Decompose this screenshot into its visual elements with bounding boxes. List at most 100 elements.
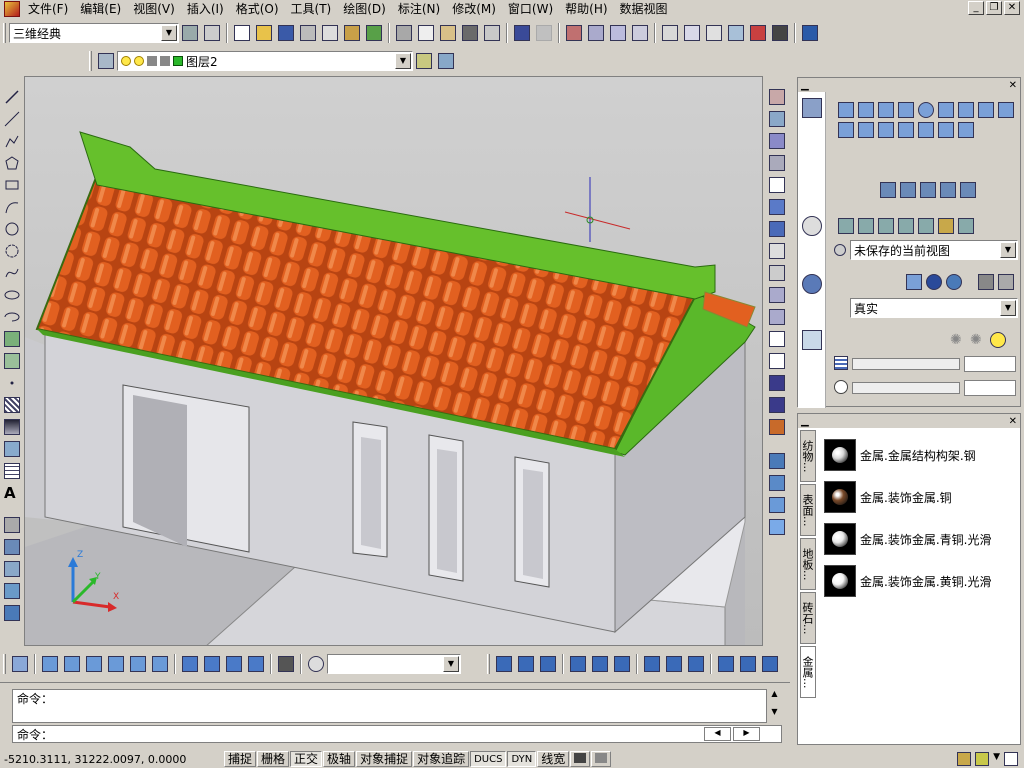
- lock-icon[interactable]: [975, 752, 990, 766]
- layer-manager-icon[interactable]: [95, 50, 117, 72]
- pan-icon[interactable]: [563, 22, 585, 44]
- se-iso-icon[interactable]: [201, 653, 223, 675]
- menu-format[interactable]: 格式(O): [230, 0, 285, 18]
- menu-draw[interactable]: 绘图(D): [337, 0, 392, 18]
- restore-button[interactable]: ❐: [986, 1, 1002, 15]
- wedge-icon[interactable]: [898, 102, 914, 118]
- revision-cloud-icon[interactable]: [2, 240, 22, 262]
- chevron-down-icon[interactable]: ▼: [1000, 300, 1016, 316]
- status-menu-chevron-icon[interactable]: ▼: [993, 752, 1000, 766]
- polyline-icon[interactable]: [2, 130, 22, 152]
- light-control-icon[interactable]: [802, 330, 822, 350]
- annotation-icon[interactable]: [957, 752, 972, 766]
- draw-order-icon[interactable]: [767, 450, 787, 472]
- gradient-icon[interactable]: [2, 416, 22, 438]
- menu-data-view[interactable]: 数据视图: [614, 0, 674, 18]
- walk-icon[interactable]: [898, 218, 914, 234]
- tab-masonry[interactable]: 砖石...: [800, 592, 816, 644]
- ortho-toggle[interactable]: 正交: [290, 751, 323, 767]
- visual-style-combo[interactable]: 真实 ▼: [850, 298, 1018, 318]
- layer-previous-icon[interactable]: [435, 50, 457, 72]
- trim-icon[interactable]: [767, 284, 787, 306]
- material-item[interactable]: 金属.金属结构构架.钢: [820, 434, 1018, 476]
- shadow-icon[interactable]: ✺: [970, 332, 986, 348]
- insert-block-icon[interactable]: [2, 328, 22, 350]
- zoom-window-icon[interactable]: [607, 22, 629, 44]
- light-intensity-field[interactable]: [964, 356, 1016, 372]
- panel-grip[interactable]: ▁: [801, 80, 809, 91]
- grid-toggle[interactable]: 栅格: [257, 751, 290, 767]
- menu-tools[interactable]: 工具(T): [285, 0, 338, 18]
- tab-metals[interactable]: 金属...: [800, 646, 816, 698]
- ucs-target-icon[interactable]: [305, 653, 327, 675]
- panel-close-icon[interactable]: ✕: [1009, 416, 1017, 427]
- sheet-set-icon[interactable]: [725, 22, 747, 44]
- helix-icon[interactable]: [978, 102, 994, 118]
- ucs-x-icon[interactable]: [715, 653, 737, 675]
- table-icon[interactable]: [2, 460, 22, 482]
- line-icon[interactable]: [2, 86, 22, 108]
- etransmit-icon[interactable]: [363, 22, 385, 44]
- ucs-y-icon[interactable]: [737, 653, 759, 675]
- zoom-icon[interactable]: [858, 218, 874, 234]
- ucs-face-icon[interactable]: [567, 653, 589, 675]
- 3d-move-icon[interactable]: [900, 182, 916, 198]
- send-back-icon[interactable]: [767, 494, 787, 516]
- menu-help[interactable]: 帮助(H): [559, 0, 613, 18]
- conceptual-icon[interactable]: [946, 274, 962, 290]
- model-space-icon[interactable]: [570, 751, 591, 767]
- left-view-icon[interactable]: [83, 653, 105, 675]
- wireframe-icon[interactable]: [906, 274, 922, 290]
- command-input[interactable]: 命令：: [12, 725, 782, 743]
- plot-icon[interactable]: [297, 22, 319, 44]
- sweep-icon[interactable]: [858, 122, 874, 138]
- array-icon[interactable]: [767, 174, 787, 196]
- rectangle-icon[interactable]: [2, 174, 22, 196]
- app-icon[interactable]: [4, 1, 20, 17]
- tool-a-icon[interactable]: [2, 514, 22, 536]
- rotate-icon[interactable]: [767, 218, 787, 240]
- menu-edit[interactable]: 编辑(E): [74, 0, 127, 18]
- ucs-z-icon[interactable]: [759, 653, 781, 675]
- camera-view-icon[interactable]: [275, 653, 297, 675]
- orbit-icon[interactable]: [838, 218, 854, 234]
- make-object-layer-current-icon[interactable]: [413, 50, 435, 72]
- workspace-combo[interactable]: 三维经典 ▼: [9, 23, 179, 43]
- workspace-settings-icon[interactable]: [179, 22, 201, 44]
- break-icon[interactable]: [767, 328, 787, 350]
- markup-icon[interactable]: [747, 22, 769, 44]
- tool-b-icon[interactable]: [2, 536, 22, 558]
- properties-icon[interactable]: [659, 22, 681, 44]
- close-button[interactable]: ✕: [1004, 1, 1020, 15]
- 3d-array-icon[interactable]: [960, 182, 976, 198]
- loft-icon[interactable]: [878, 122, 894, 138]
- design-center-icon[interactable]: [681, 22, 703, 44]
- bring-above-icon[interactable]: [767, 516, 787, 538]
- material-item[interactable]: 金属.装饰金属.铜: [820, 476, 1018, 518]
- chevron-down-icon[interactable]: ▼: [395, 53, 411, 69]
- ucs-world-icon[interactable]: [515, 653, 537, 675]
- construction-line-icon[interactable]: [2, 108, 22, 130]
- nw-iso-icon[interactable]: [245, 653, 267, 675]
- 3d-make-control-icon[interactable]: [802, 98, 822, 118]
- material-item[interactable]: 金属.装饰金属.青铜.光滑: [820, 518, 1018, 560]
- chevron-down-icon[interactable]: ▼: [443, 656, 459, 672]
- stretch-icon[interactable]: [767, 262, 787, 284]
- publish-icon[interactable]: [341, 22, 363, 44]
- ucs-3point-icon[interactable]: [685, 653, 707, 675]
- ucs-zaxis-icon[interactable]: [663, 653, 685, 675]
- pyramid-icon[interactable]: [958, 102, 974, 118]
- tool-e-icon[interactable]: [2, 602, 22, 624]
- undo-icon[interactable]: [511, 22, 533, 44]
- command-scrollbar[interactable]: ▲ ▼: [766, 689, 782, 723]
- visual-styles-icon[interactable]: [802, 274, 822, 294]
- spline-icon[interactable]: [2, 262, 22, 284]
- panel-grip[interactable]: ▁: [801, 416, 809, 427]
- block-editor-icon[interactable]: [481, 22, 503, 44]
- edge-settings-icon[interactable]: [998, 274, 1014, 290]
- menu-insert[interactable]: 插入(I): [181, 0, 230, 18]
- point-icon[interactable]: [2, 372, 22, 394]
- material-item[interactable]: 金属.装饰金属.黄铜.光滑: [820, 560, 1018, 602]
- bring-front-icon[interactable]: [767, 472, 787, 494]
- tool-palettes-icon[interactable]: [703, 22, 725, 44]
